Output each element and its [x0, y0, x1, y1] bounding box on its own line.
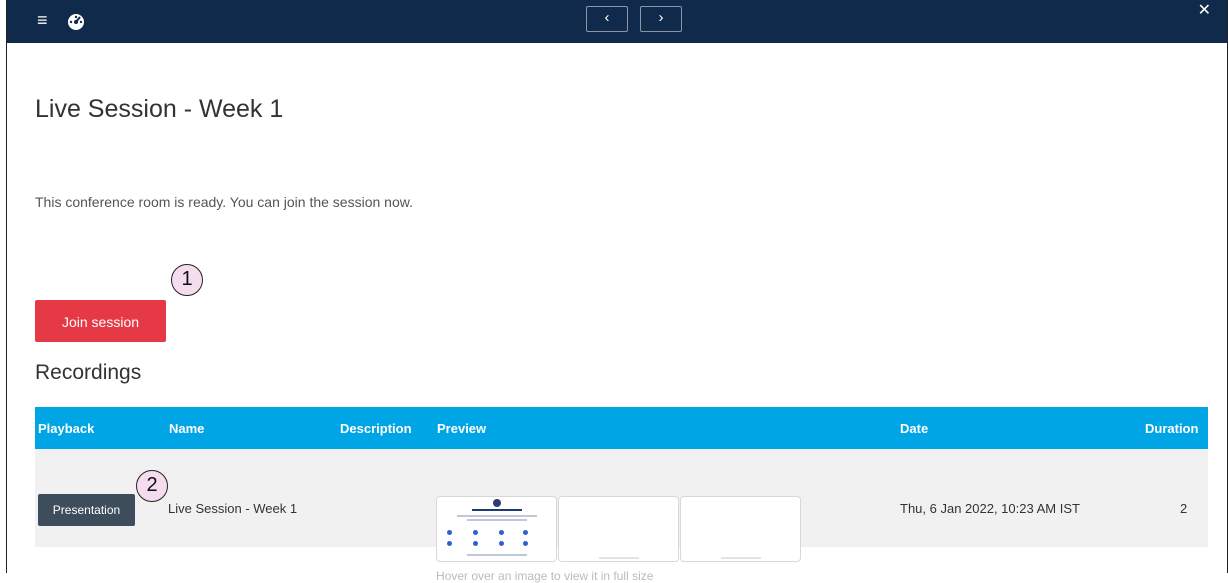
top-navbar: ≡ ‹ › ✕	[7, 0, 1227, 43]
chevron-left-icon[interactable]: ‹	[586, 6, 628, 32]
column-header-description: Description	[340, 421, 412, 436]
preview-hint-text: Hover over an image to view it in full s…	[436, 569, 654, 583]
column-header-date: Date	[900, 421, 929, 436]
column-header-playback: Playback	[38, 421, 95, 436]
recordings-table: Playback Name Description Preview Date D…	[35, 407, 1208, 583]
recording-date: Thu, 6 Jan 2022, 10:23 AM IST	[900, 501, 1080, 516]
column-header-duration: Duration	[1145, 421, 1199, 436]
recordings-heading: Recordings	[35, 361, 142, 384]
join-session-button[interactable]: Join session	[35, 300, 166, 342]
preview-thumbnail[interactable]	[680, 496, 801, 562]
preview-thumbnail[interactable]	[558, 496, 679, 562]
recording-duration: 2	[1180, 501, 1188, 516]
presentation-playback-button[interactable]: Presentation	[38, 494, 135, 526]
page-title: Live Session - Week 1	[35, 95, 284, 123]
table-row: Presentation Live Session - Week 1 Hover…	[35, 449, 1208, 583]
column-header-name: Name	[169, 421, 205, 436]
preview-thumbnail[interactable]	[436, 496, 557, 562]
hamburger-menu-icon[interactable]: ≡	[37, 11, 48, 29]
room-status-text: This conference room is ready. You can j…	[35, 194, 413, 210]
column-header-preview: Preview	[437, 421, 487, 436]
dashboard-gauge-icon[interactable]	[65, 10, 87, 32]
chevron-right-icon[interactable]: ›	[640, 6, 682, 32]
callout-marker-1: 1	[171, 264, 203, 296]
close-icon[interactable]: ✕	[1198, 3, 1211, 19]
recording-name: Live Session - Week 1	[168, 501, 298, 516]
table-header-row: Playback Name Description Preview Date D…	[35, 407, 1208, 449]
callout-marker-2: 2	[136, 470, 168, 502]
logo-icon	[493, 499, 501, 507]
